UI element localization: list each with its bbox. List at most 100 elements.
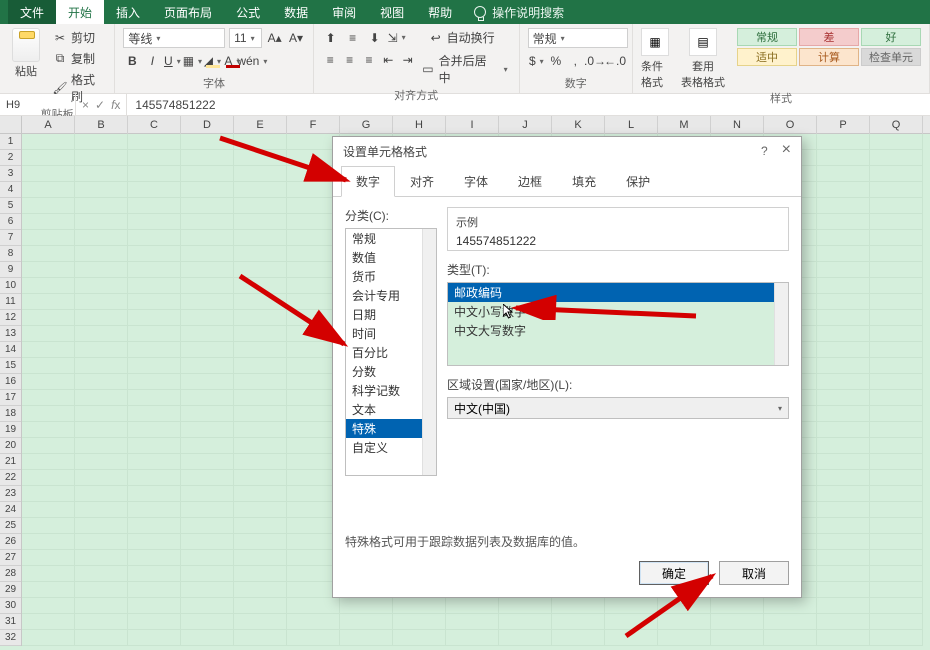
cell[interactable] <box>128 214 181 230</box>
cell[interactable] <box>234 310 287 326</box>
cell[interactable] <box>128 134 181 150</box>
cell[interactable] <box>128 422 181 438</box>
cell[interactable] <box>75 262 128 278</box>
row-header[interactable]: 28 <box>0 566 21 582</box>
cell[interactable] <box>817 134 870 150</box>
row-header[interactable]: 5 <box>0 198 21 214</box>
cell[interactable] <box>181 454 234 470</box>
cell[interactable] <box>393 614 446 630</box>
row-header[interactable]: 21 <box>0 454 21 470</box>
cell[interactable] <box>75 390 128 406</box>
cell[interactable] <box>22 566 75 582</box>
cell[interactable] <box>234 182 287 198</box>
row-header[interactable]: 2 <box>0 150 21 166</box>
increase-indent-button[interactable]: ⇥ <box>399 51 416 69</box>
row-header[interactable]: 6 <box>0 214 21 230</box>
style-neutral[interactable]: 适中 <box>737 48 797 66</box>
cell[interactable] <box>128 166 181 182</box>
cell[interactable] <box>764 614 817 630</box>
column-header[interactable]: P <box>817 116 870 134</box>
cell[interactable] <box>234 246 287 262</box>
cell-styles-gallery[interactable]: 常规 差 好 适中 计算 检查单元 <box>737 28 921 66</box>
cancel-button[interactable]: 取消 <box>719 561 789 585</box>
cell[interactable] <box>870 390 923 406</box>
cell[interactable] <box>75 310 128 326</box>
cell[interactable] <box>234 582 287 598</box>
cell[interactable] <box>22 550 75 566</box>
cell[interactable] <box>817 230 870 246</box>
cell[interactable] <box>605 630 658 646</box>
cell[interactable] <box>817 614 870 630</box>
dlg-tab-border[interactable]: 边框 <box>503 166 557 197</box>
cell[interactable] <box>181 358 234 374</box>
shrink-font-button[interactable]: A▾ <box>287 29 304 47</box>
orientation-button[interactable]: ⇲▾ <box>388 29 406 47</box>
font-size-select[interactable]: 11▾ <box>229 28 262 48</box>
row-header[interactable]: 14 <box>0 342 21 358</box>
cell[interactable] <box>234 342 287 358</box>
cell[interactable] <box>75 342 128 358</box>
cell[interactable] <box>817 214 870 230</box>
cell[interactable] <box>870 614 923 630</box>
cell[interactable] <box>817 182 870 198</box>
cell[interactable] <box>75 582 128 598</box>
cell[interactable] <box>75 614 128 630</box>
cell[interactable] <box>22 310 75 326</box>
cell[interactable] <box>817 310 870 326</box>
cell[interactable] <box>75 230 128 246</box>
wrap-text-button[interactable]: ↩自动换行 <box>426 28 498 47</box>
cell[interactable] <box>22 294 75 310</box>
grow-font-button[interactable]: A▴ <box>266 29 283 47</box>
cell[interactable] <box>234 326 287 342</box>
row-header[interactable]: 13 <box>0 326 21 342</box>
cell[interactable] <box>870 534 923 550</box>
row-header[interactable]: 29 <box>0 582 21 598</box>
cell[interactable] <box>817 502 870 518</box>
column-header[interactable]: O <box>764 116 817 134</box>
cell[interactable] <box>128 550 181 566</box>
cell[interactable] <box>128 198 181 214</box>
cell[interactable] <box>22 406 75 422</box>
cell[interactable] <box>128 598 181 614</box>
copy-button[interactable]: ⧉复制 <box>50 49 106 68</box>
tab-data[interactable]: 数据 <box>272 0 320 24</box>
cell[interactable] <box>181 374 234 390</box>
cell[interactable] <box>128 486 181 502</box>
cell[interactable] <box>234 422 287 438</box>
cell[interactable] <box>22 150 75 166</box>
phonetic-button[interactable]: wén▾ <box>243 52 261 70</box>
cell[interactable] <box>22 374 75 390</box>
cell[interactable] <box>870 470 923 486</box>
cell[interactable] <box>75 566 128 582</box>
comma-button[interactable]: , <box>567 52 584 70</box>
cell[interactable] <box>128 326 181 342</box>
cell[interactable] <box>181 582 234 598</box>
cell[interactable] <box>870 262 923 278</box>
format-table-button[interactable]: 套用 表格格式 <box>681 58 725 90</box>
percent-button[interactable]: % <box>547 52 564 70</box>
row-header[interactable]: 23 <box>0 486 21 502</box>
cell[interactable] <box>870 486 923 502</box>
dlg-tab-number[interactable]: 数字 <box>341 166 395 197</box>
dlg-tab-align[interactable]: 对齐 <box>395 166 449 197</box>
cell[interactable] <box>128 342 181 358</box>
cell[interactable] <box>22 198 75 214</box>
cell[interactable] <box>870 406 923 422</box>
number-format-select[interactable]: 常规▾ <box>528 28 628 48</box>
tab-help[interactable]: 帮助 <box>416 0 464 24</box>
cell[interactable] <box>817 390 870 406</box>
cell[interactable] <box>181 550 234 566</box>
align-bottom-button[interactable]: ⬇ <box>366 29 384 47</box>
cell[interactable] <box>658 630 711 646</box>
cell[interactable] <box>817 358 870 374</box>
cell[interactable] <box>22 630 75 646</box>
cell[interactable] <box>75 486 128 502</box>
align-top-button[interactable]: ⬆ <box>322 29 340 47</box>
column-header[interactable]: A <box>22 116 75 134</box>
cell[interactable] <box>499 614 552 630</box>
cell[interactable] <box>817 438 870 454</box>
cell[interactable] <box>870 310 923 326</box>
column-header[interactable]: L <box>605 116 658 134</box>
cell[interactable] <box>552 630 605 646</box>
row-header[interactable]: 9 <box>0 262 21 278</box>
